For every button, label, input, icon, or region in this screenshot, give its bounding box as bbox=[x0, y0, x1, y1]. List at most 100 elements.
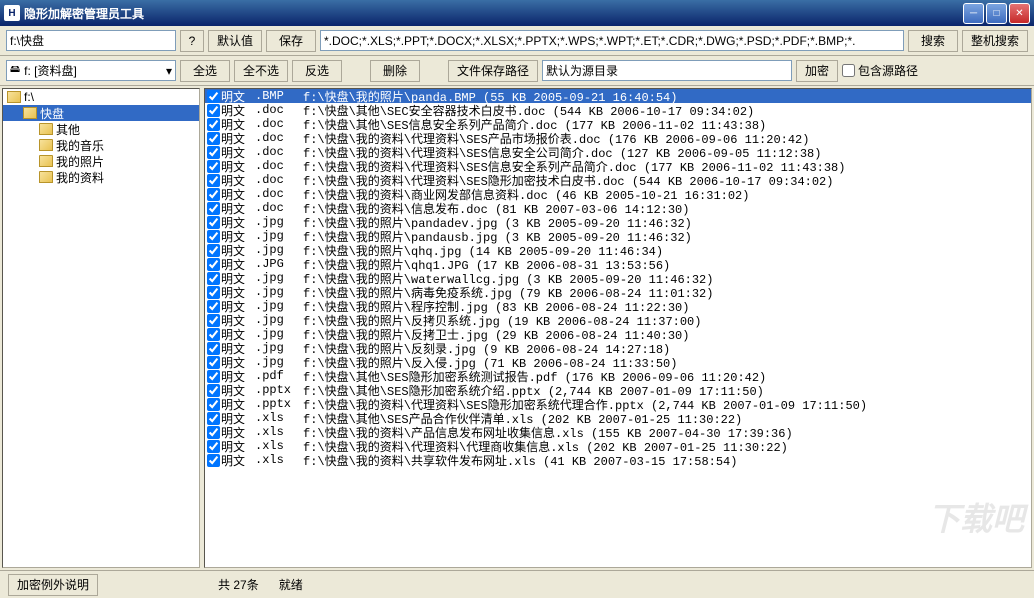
select-none-button[interactable]: 全不选 bbox=[234, 60, 288, 82]
row-checkbox[interactable] bbox=[207, 230, 220, 243]
col-type: 明文 bbox=[221, 452, 255, 469]
row-checkbox[interactable] bbox=[207, 454, 220, 467]
folder-tree[interactable]: f:\快盘其他我的音乐我的照片我的资料 bbox=[2, 88, 200, 568]
col-ext: .jpg bbox=[255, 271, 303, 285]
default-button[interactable]: 默认值 bbox=[208, 30, 262, 52]
tree-node[interactable]: 快盘 bbox=[3, 105, 199, 121]
app-icon: H bbox=[4, 5, 20, 21]
row-checkbox[interactable] bbox=[207, 258, 220, 271]
row-checkbox[interactable] bbox=[207, 342, 220, 355]
folder-closed-icon bbox=[39, 171, 53, 183]
row-checkbox[interactable] bbox=[207, 426, 220, 439]
exception-info-button[interactable]: 加密例外说明 bbox=[8, 574, 98, 596]
row-checkbox[interactable] bbox=[207, 146, 220, 159]
select-all-button[interactable]: 全选 bbox=[180, 60, 230, 82]
save-path-button[interactable]: 文件保存路径 bbox=[448, 60, 538, 82]
folder-closed-icon bbox=[39, 139, 53, 151]
tree-node[interactable]: 我的照片 bbox=[3, 153, 199, 169]
path-input[interactable] bbox=[6, 30, 176, 51]
col-ext: .jpg bbox=[255, 299, 303, 313]
row-checkbox[interactable] bbox=[207, 90, 220, 103]
drive-select[interactable]: f: [资料盘]▾ bbox=[6, 60, 176, 81]
row-checkbox[interactable] bbox=[207, 104, 220, 117]
tree-node[interactable]: 其他 bbox=[3, 121, 199, 137]
file-list[interactable]: 明文.BMPf:\快盘\我的照片\panda.BMP (55 KB 2005-0… bbox=[204, 88, 1032, 568]
toolbar-top: ? 默认值 保存 搜索 整机搜索 bbox=[0, 26, 1034, 56]
col-ext: .jpg bbox=[255, 355, 303, 369]
row-checkbox[interactable] bbox=[207, 174, 220, 187]
maximize-button[interactable]: □ bbox=[986, 3, 1007, 24]
col-ext: .jpg bbox=[255, 243, 303, 257]
tree-label: 其他 bbox=[56, 121, 80, 138]
include-source-checkbox[interactable]: 包含源路径 bbox=[842, 62, 918, 79]
help-button[interactable]: ? bbox=[180, 30, 204, 52]
col-ext: .jpg bbox=[255, 215, 303, 229]
col-ext: .xls bbox=[255, 411, 303, 425]
row-checkbox[interactable] bbox=[207, 398, 220, 411]
tree-label: 我的照片 bbox=[56, 153, 104, 170]
col-ext: .xls bbox=[255, 439, 303, 453]
tree-label: 我的资料 bbox=[56, 169, 104, 186]
statusbar: 加密例外说明 共 27条 就绪 bbox=[0, 570, 1034, 598]
row-checkbox[interactable] bbox=[207, 286, 220, 299]
delete-button[interactable]: 删除 bbox=[370, 60, 420, 82]
encrypt-button[interactable]: 加密 bbox=[796, 60, 838, 82]
full-search-button[interactable]: 整机搜索 bbox=[962, 30, 1028, 52]
col-ext: .doc bbox=[255, 187, 303, 201]
row-checkbox[interactable] bbox=[207, 244, 220, 257]
col-ext: .BMP bbox=[255, 89, 303, 103]
row-checkbox[interactable] bbox=[207, 160, 220, 173]
folder-closed-icon bbox=[39, 123, 53, 135]
col-ext: .jpg bbox=[255, 313, 303, 327]
close-button[interactable]: ✕ bbox=[1009, 3, 1030, 24]
status-ready: 就绪 bbox=[279, 576, 303, 593]
folder-open-icon bbox=[23, 107, 37, 119]
col-ext: .jpg bbox=[255, 229, 303, 243]
row-checkbox[interactable] bbox=[207, 440, 220, 453]
col-ext: .doc bbox=[255, 103, 303, 117]
col-ext: .doc bbox=[255, 159, 303, 173]
col-ext: .pptx bbox=[255, 383, 303, 397]
row-checkbox[interactable] bbox=[207, 202, 220, 215]
col-ext: .doc bbox=[255, 131, 303, 145]
row-checkbox[interactable] bbox=[207, 132, 220, 145]
filter-input[interactable] bbox=[320, 30, 904, 51]
row-checkbox[interactable] bbox=[207, 370, 220, 383]
list-row[interactable]: 明文.xlsf:\快盘\我的资料\共享软件发布网址.xls (41 KB 200… bbox=[205, 453, 1031, 467]
row-checkbox[interactable] bbox=[207, 356, 220, 369]
window-title: 隐形加解密管理员工具 bbox=[24, 5, 963, 22]
row-checkbox[interactable] bbox=[207, 272, 220, 285]
save-button[interactable]: 保存 bbox=[266, 30, 316, 52]
col-ext: .xls bbox=[255, 453, 303, 467]
tree-node[interactable]: 我的音乐 bbox=[3, 137, 199, 153]
col-ext: .pdf bbox=[255, 369, 303, 383]
row-checkbox[interactable] bbox=[207, 118, 220, 131]
tree-node[interactable]: f:\ bbox=[3, 89, 199, 105]
row-checkbox[interactable] bbox=[207, 412, 220, 425]
tree-label: 快盘 bbox=[40, 105, 64, 122]
col-ext: .doc bbox=[255, 145, 303, 159]
row-checkbox[interactable] bbox=[207, 328, 220, 341]
row-checkbox[interactable] bbox=[207, 384, 220, 397]
minimize-button[interactable]: ─ bbox=[963, 3, 984, 24]
folder-closed-icon bbox=[39, 155, 53, 167]
col-ext: .jpg bbox=[255, 327, 303, 341]
col-ext: .pptx bbox=[255, 397, 303, 411]
row-checkbox[interactable] bbox=[207, 216, 220, 229]
titlebar: H 隐形加解密管理员工具 ─ □ ✕ bbox=[0, 0, 1034, 26]
col-ext: .doc bbox=[255, 201, 303, 215]
col-ext: .JPG bbox=[255, 257, 303, 271]
col-ext: .doc bbox=[255, 117, 303, 131]
row-checkbox[interactable] bbox=[207, 300, 220, 313]
save-path-input[interactable] bbox=[542, 60, 792, 81]
col-ext: .xls bbox=[255, 425, 303, 439]
tree-node[interactable]: 我的资料 bbox=[3, 169, 199, 185]
col-ext: .jpg bbox=[255, 341, 303, 355]
search-button[interactable]: 搜索 bbox=[908, 30, 958, 52]
folder-open-icon bbox=[7, 91, 21, 103]
invert-select-button[interactable]: 反选 bbox=[292, 60, 342, 82]
row-checkbox[interactable] bbox=[207, 188, 220, 201]
toolbar-second: f: [资料盘]▾ 全选 全不选 反选 删除 文件保存路径 加密 包含源路径 bbox=[0, 56, 1034, 86]
status-count: 共 27条 bbox=[218, 576, 259, 593]
row-checkbox[interactable] bbox=[207, 314, 220, 327]
